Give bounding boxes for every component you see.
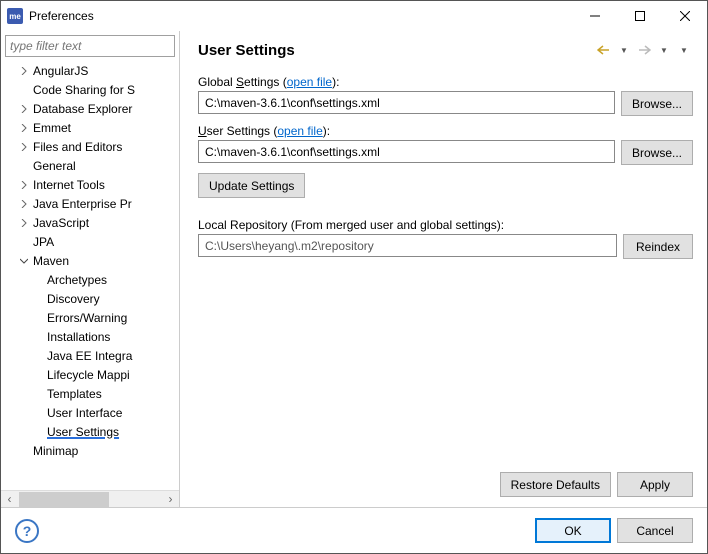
global-settings-label: Global Settings (open file): bbox=[198, 75, 693, 89]
tree-item[interactable]: Installations bbox=[3, 327, 179, 346]
dialog-footer: ? OK Cancel bbox=[1, 507, 707, 553]
cancel-button[interactable]: Cancel bbox=[617, 518, 693, 543]
tree-item-label: Lifecycle Mappi bbox=[45, 368, 130, 382]
tree-arrow-icon bbox=[17, 124, 31, 132]
minimize-button[interactable] bbox=[572, 1, 617, 31]
tree-item-label: Internet Tools bbox=[31, 178, 105, 192]
tree-item-label: Discovery bbox=[45, 292, 100, 306]
local-repo-label: Local Repository (From merged user and g… bbox=[198, 218, 693, 232]
tree-item-label: Files and Editors bbox=[31, 140, 122, 154]
user-open-file-link[interactable]: open file bbox=[277, 124, 322, 138]
page-title: User Settings bbox=[198, 42, 593, 59]
tree-item-label: Java Enterprise Pr bbox=[31, 197, 132, 211]
tree-item[interactable]: General bbox=[3, 156, 179, 175]
tree-item[interactable]: Emmet bbox=[3, 118, 179, 137]
tree-arrow-icon bbox=[17, 181, 31, 189]
page-header: User Settings ▼ ▼ ▼ bbox=[180, 31, 707, 67]
tree-item-label: User Interface bbox=[45, 406, 122, 420]
tree-arrow-icon bbox=[17, 257, 31, 265]
tree-item[interactable]: Maven bbox=[3, 251, 179, 270]
main-panel: User Settings ▼ ▼ ▼ Global Settings (ope… bbox=[180, 31, 707, 507]
preferences-tree[interactable]: AngularJS Code Sharing for S Database Expl… bbox=[1, 61, 179, 490]
tree-item[interactable]: Discovery bbox=[3, 289, 179, 308]
apply-button[interactable]: Apply bbox=[617, 472, 693, 497]
tree-item-label: User Settings bbox=[45, 425, 119, 439]
ok-button[interactable]: OK bbox=[535, 518, 611, 543]
tree-item-label: Code Sharing for S bbox=[31, 83, 135, 97]
tree-item-label: Installations bbox=[45, 330, 110, 344]
titlebar: me Preferences bbox=[1, 1, 707, 31]
tree-item[interactable]: Templates bbox=[3, 384, 179, 403]
tree-item[interactable]: Files and Editors bbox=[3, 137, 179, 156]
scroll-right-button[interactable]: › bbox=[162, 491, 179, 508]
tree-item-label: Minimap bbox=[31, 444, 78, 458]
tree-item-label: JavaScript bbox=[31, 216, 89, 230]
update-settings-button[interactable]: Update Settings bbox=[198, 173, 305, 198]
help-button[interactable]: ? bbox=[15, 519, 39, 543]
tree-arrow-icon bbox=[17, 200, 31, 208]
tree-item-label: Database Explorer bbox=[31, 102, 132, 116]
user-browse-button[interactable]: Browse... bbox=[621, 140, 693, 165]
window-title: Preferences bbox=[29, 9, 572, 23]
global-open-file-link[interactable]: open file bbox=[287, 75, 332, 89]
tree-arrow-icon bbox=[17, 143, 31, 151]
tree-item[interactable]: User Settings bbox=[3, 422, 179, 441]
tree-item[interactable]: Archetypes bbox=[3, 270, 179, 289]
view-menu[interactable]: ▼ bbox=[675, 41, 693, 59]
tree-item-label: Errors/Warning bbox=[45, 311, 127, 325]
forward-button[interactable] bbox=[635, 41, 653, 59]
tree-item[interactable]: AngularJS bbox=[3, 61, 179, 80]
global-browse-button[interactable]: Browse... bbox=[621, 91, 693, 116]
tree-item[interactable]: JavaScript bbox=[3, 213, 179, 232]
tree-item[interactable]: Minimap bbox=[3, 441, 179, 460]
user-settings-label: User Settings (open file): bbox=[198, 124, 693, 138]
filter-box[interactable] bbox=[5, 35, 175, 57]
reindex-button[interactable]: Reindex bbox=[623, 234, 693, 259]
global-settings-input[interactable] bbox=[198, 91, 615, 114]
tree-arrow-icon bbox=[17, 219, 31, 227]
tree-arrow-icon bbox=[17, 67, 31, 75]
tree-arrow-icon bbox=[17, 105, 31, 113]
tree-item[interactable]: Code Sharing for S bbox=[3, 80, 179, 99]
forward-menu[interactable]: ▼ bbox=[655, 41, 673, 59]
tree-item[interactable]: Database Explorer bbox=[3, 99, 179, 118]
tree-item-label: General bbox=[31, 159, 76, 173]
restore-defaults-button[interactable]: Restore Defaults bbox=[500, 472, 611, 497]
sidebar: AngularJS Code Sharing for S Database Expl… bbox=[1, 31, 180, 507]
tree-item-label: Java EE Integra bbox=[45, 349, 132, 363]
tree-item[interactable]: Internet Tools bbox=[3, 175, 179, 194]
tree-item[interactable]: Lifecycle Mappi bbox=[3, 365, 179, 384]
tree-item-label: Emmet bbox=[31, 121, 71, 135]
back-menu[interactable]: ▼ bbox=[615, 41, 633, 59]
filter-input[interactable] bbox=[6, 39, 174, 53]
tree-item-label: Maven bbox=[31, 254, 69, 268]
user-settings-input[interactable] bbox=[198, 140, 615, 163]
tree-item[interactable]: User Interface bbox=[3, 403, 179, 422]
maximize-button[interactable] bbox=[617, 1, 662, 31]
tree-item[interactable]: JPA bbox=[3, 232, 179, 251]
tree-item[interactable]: Java EE Integra bbox=[3, 346, 179, 365]
horizontal-scrollbar[interactable]: ‹ › bbox=[1, 490, 179, 507]
tree-item-label: Archetypes bbox=[45, 273, 107, 287]
tree-item-label: JPA bbox=[31, 235, 54, 249]
scrollbar-thumb[interactable] bbox=[19, 492, 109, 507]
tree-item-label: AngularJS bbox=[31, 64, 88, 78]
close-button[interactable] bbox=[662, 1, 707, 31]
app-icon: me bbox=[7, 8, 23, 24]
back-button[interactable] bbox=[595, 41, 613, 59]
local-repo-input[interactable] bbox=[198, 234, 617, 257]
tree-item[interactable]: Errors/Warning bbox=[3, 308, 179, 327]
tree-item[interactable]: Java Enterprise Pr bbox=[3, 194, 179, 213]
tree-item-label: Templates bbox=[45, 387, 102, 401]
